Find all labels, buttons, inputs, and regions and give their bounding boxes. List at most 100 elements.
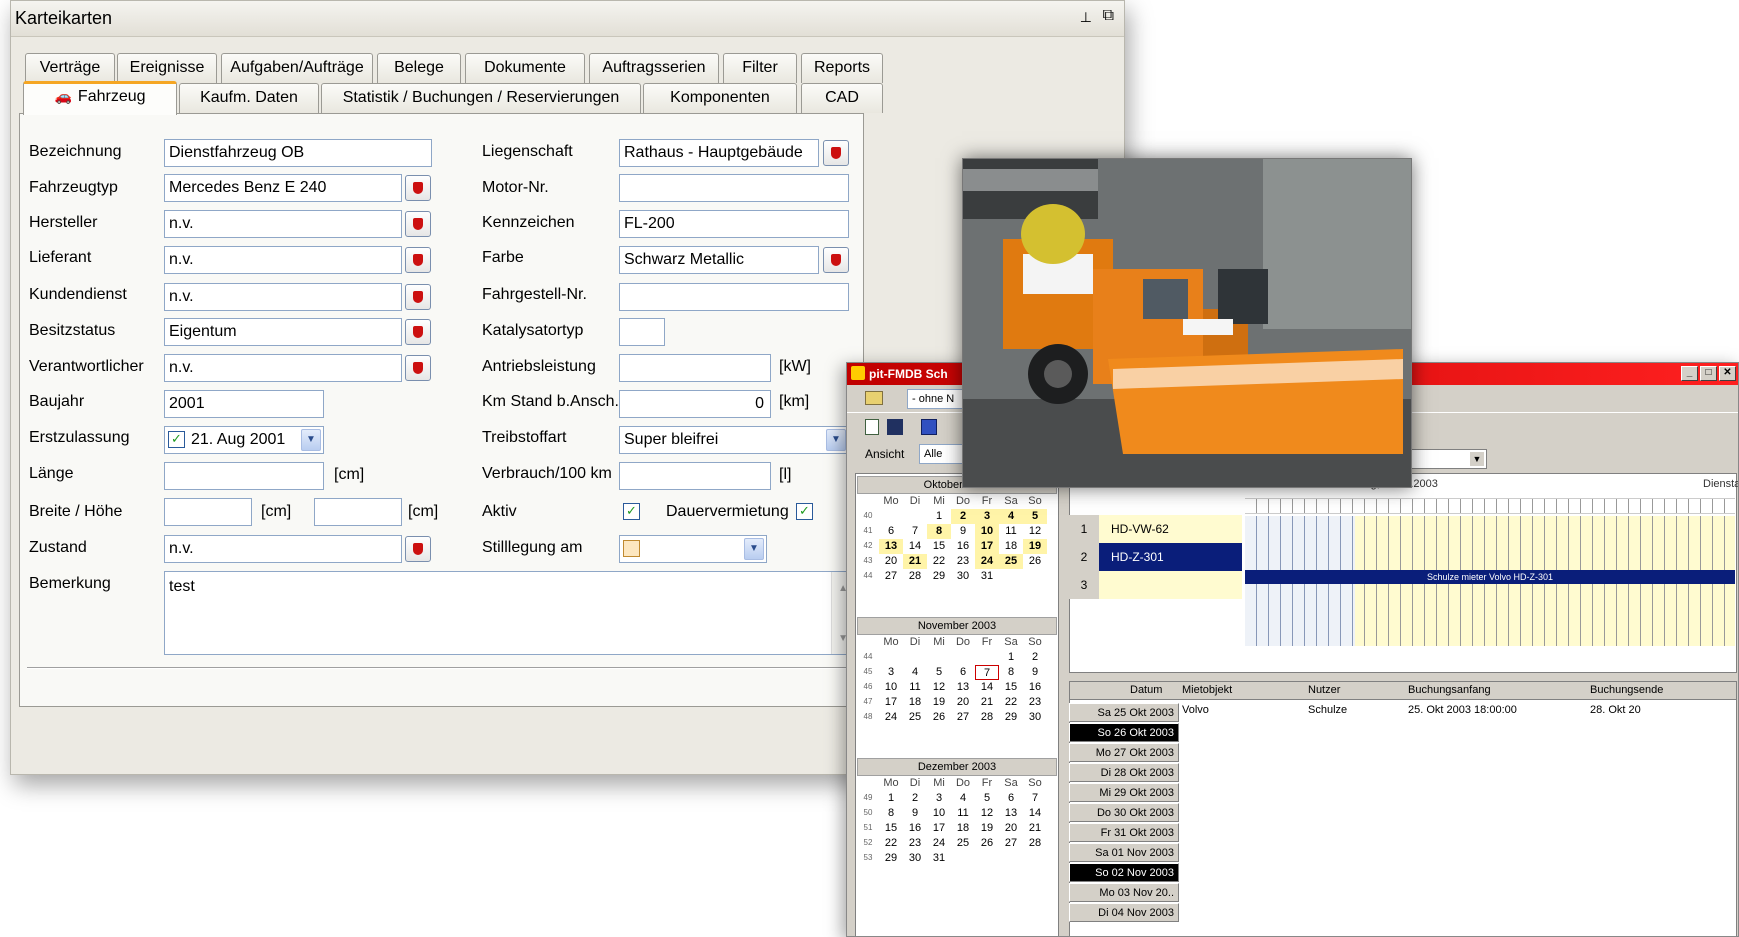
calendar-day[interactable]: 19 (1023, 539, 1047, 554)
minimize-icon[interactable]: _ (1681, 366, 1698, 381)
calendar-day[interactable]: 5 (1023, 509, 1047, 524)
tab-statistik-buchungen-reservierungen[interactable]: Statistik / Buchungen / Reservierungen (321, 83, 641, 113)
calendar-day[interactable]: 13 (951, 680, 975, 695)
date-cell[interactable]: Mo 27 Okt 2003 (1069, 743, 1179, 762)
column-header[interactable]: Buchungsende (1590, 684, 1663, 696)
calendar-day[interactable]: 14 (975, 680, 999, 695)
kmstand-field[interactable]: 0 (619, 390, 771, 418)
resource-row[interactable]: 3 (1069, 571, 1242, 599)
calendar-day[interactable]: 16 (903, 821, 927, 836)
calendar-day[interactable]: 28 (975, 710, 999, 725)
fahrgestell-field[interactable] (619, 283, 849, 311)
tab-aufgaben-aufträge[interactable]: Aufgaben/Aufträge (221, 53, 373, 83)
date-cell[interactable]: Di 28 Okt 2003 (1069, 763, 1179, 782)
baujahr-field[interactable]: 2001 (164, 390, 324, 418)
calendar-day[interactable]: 16 (1023, 680, 1047, 695)
resource-row[interactable]: 1 HD-VW-62 (1069, 515, 1242, 543)
tab-dokumente[interactable]: Dokumente (465, 53, 585, 83)
calendar-day[interactable]: 24 (879, 710, 903, 725)
calendar-day[interactable]: 23 (951, 554, 975, 569)
motornr-field[interactable] (619, 174, 849, 202)
calendar-day[interactable]: 12 (927, 680, 951, 695)
tab-cad[interactable]: CAD (801, 83, 883, 113)
aktiv-checkbox[interactable]: ✓ (623, 503, 640, 520)
date-cell[interactable]: Mo 03 Nov 20.. (1069, 883, 1179, 902)
calendar-day[interactable]: 8 (999, 665, 1023, 680)
column-header[interactable]: Nutzer (1308, 684, 1340, 696)
lieferant-picker-icon[interactable] (405, 247, 431, 273)
tab-filter[interactable]: Filter (723, 53, 797, 83)
treibstoff-select[interactable]: Super bleifrei ▼ (619, 426, 849, 454)
zustand-picker-icon[interactable] (405, 536, 431, 562)
calendar-day[interactable]: 27 (951, 710, 975, 725)
calendar-day[interactable]: 12 (1023, 524, 1047, 539)
calendar-day[interactable]: 30 (951, 569, 975, 584)
view-icon[interactable] (921, 419, 937, 435)
tab-reports[interactable]: Reports (801, 53, 883, 83)
tab-verträge[interactable]: Verträge (25, 53, 115, 83)
katalysator-field[interactable] (619, 318, 665, 346)
calendar-day[interactable]: 4 (951, 791, 975, 806)
float-window-icon[interactable]: ⧉ (1103, 7, 1114, 25)
calendar-day[interactable]: 19 (975, 821, 999, 836)
chevron-down-icon[interactable]: ▼ (744, 538, 764, 560)
calendar-day[interactable]: 2 (1023, 650, 1047, 665)
bemerkung-textarea[interactable]: test ▲ ▼ (164, 571, 854, 655)
besitzstatus-field[interactable]: Eigentum (164, 318, 402, 346)
stilllegung-checkbox[interactable] (623, 540, 640, 557)
date-cell[interactable]: So 02 Nov 2003 (1069, 863, 1179, 882)
chevron-down-icon[interactable]: ▼ (301, 429, 321, 451)
farbe-picker-icon[interactable] (823, 247, 849, 273)
pin-icon[interactable]: ⊥ (1080, 9, 1092, 26)
besitzstatus-picker-icon[interactable] (405, 319, 431, 345)
calendar-day[interactable]: 9 (903, 806, 927, 821)
breite-field[interactable] (164, 498, 252, 526)
calendar-day[interactable]: 29 (927, 569, 951, 584)
calendar-day[interactable]: 27 (999, 836, 1023, 851)
laenge-field[interactable] (164, 462, 324, 490)
calendar-day[interactable]: 4 (999, 509, 1023, 524)
calendar-day[interactable]: 23 (903, 836, 927, 851)
calendar-month-title[interactable]: November 2003 (857, 617, 1057, 635)
booking-bar[interactable]: Schulze mieter Volvo HD-Z-301 (1245, 570, 1735, 584)
calendar-day[interactable]: 28 (1023, 836, 1047, 851)
calendar-day[interactable]: 3 (927, 791, 951, 806)
calendar-month-title[interactable]: Dezember 2003 (857, 758, 1057, 776)
date-cell[interactable]: Sa 25 Okt 2003 (1069, 703, 1179, 722)
calendar-day[interactable]: 25 (903, 710, 927, 725)
calendar-day[interactable]: 3 (975, 509, 999, 524)
fahrzeugtyp-picker-icon[interactable] (405, 175, 431, 201)
calendar-day[interactable]: 2 (903, 791, 927, 806)
date-cell[interactable]: Do 30 Okt 2003 (1069, 803, 1179, 822)
calendar-day[interactable]: 22 (927, 554, 951, 569)
verantwortlicher-field[interactable]: n.v. (164, 354, 402, 382)
calendar-day[interactable]: 16 (951, 539, 975, 554)
calendar-day[interactable]: 18 (951, 821, 975, 836)
tab-auftragsserien[interactable]: Auftragsserien (589, 53, 719, 83)
calendar-day[interactable]: 20 (879, 554, 903, 569)
calendar-day[interactable]: 18 (999, 539, 1023, 554)
verantwortlicher-picker-icon[interactable] (405, 355, 431, 381)
calendar-day[interactable]: 26 (1023, 554, 1047, 569)
date-cell[interactable]: So 26 Okt 2003 (1069, 723, 1179, 742)
calendar-day[interactable]: 15 (879, 821, 903, 836)
farbe-field[interactable]: Schwarz Metallic (619, 246, 819, 274)
calendar-day[interactable]: 23 (1023, 695, 1047, 710)
zustand-field[interactable]: n.v. (164, 535, 402, 563)
kundendienst-picker-icon[interactable] (405, 284, 431, 310)
hoehe-field[interactable] (314, 498, 402, 526)
calendar-day[interactable]: 25 (999, 554, 1023, 569)
calendar-day[interactable]: 2 (951, 509, 975, 524)
save-icon[interactable] (887, 419, 903, 435)
calendar-day[interactable]: 14 (903, 539, 927, 554)
chevron-down-icon[interactable]: ▼ (826, 429, 846, 451)
calendar-day[interactable]: 8 (927, 524, 951, 539)
calendar-day[interactable]: 3 (879, 665, 903, 680)
calendar-day[interactable]: 6 (999, 791, 1023, 806)
calendar-day[interactable]: 22 (999, 695, 1023, 710)
calendar-day[interactable]: 21 (1023, 821, 1047, 836)
calendar-day[interactable]: 29 (879, 851, 903, 866)
maximize-icon[interactable]: □ (1700, 366, 1717, 381)
calendar-day[interactable]: 7 (1023, 791, 1047, 806)
calendar-day[interactable]: 1 (879, 791, 903, 806)
